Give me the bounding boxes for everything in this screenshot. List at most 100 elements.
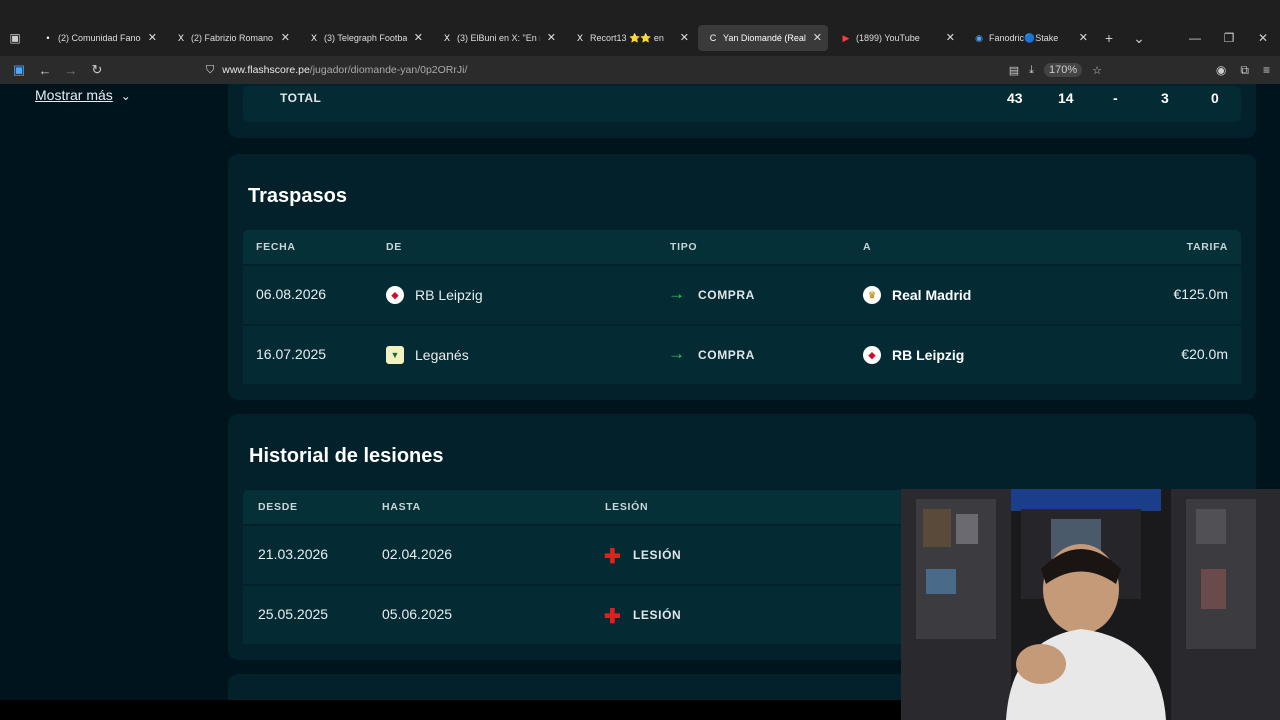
total-value: 3 (1161, 90, 1169, 106)
arrow-right-icon: → (668, 344, 685, 363)
sidebar-icon[interactable]: ▣ (6, 62, 32, 78)
url-path: /jugador/diomande-yan/0p2ORrJi/ (309, 64, 468, 76)
transfer-type: COMPRA (698, 288, 755, 302)
column-header-injury: LESIÓN (605, 501, 649, 513)
tab-title: (2) Comunidad Fanodr (58, 33, 141, 43)
close-icon[interactable]: ✕ (946, 31, 955, 44)
minimize-icon[interactable]: — (1178, 31, 1212, 45)
window-controls: — ❐ ✕ (1178, 23, 1280, 53)
to-club-name: Real Madrid (892, 287, 972, 303)
total-label: TOTAL (280, 91, 322, 105)
tab-title: Fanodric🔵Stake (989, 32, 1059, 43)
column-header-date: FECHA (256, 241, 296, 253)
arrow-right-icon: → (668, 284, 685, 303)
injury-start-date: 25.05.2025 (258, 606, 329, 622)
total-value: 0 (1211, 90, 1219, 106)
close-icon[interactable]: ✕ (547, 31, 556, 44)
browser-tab[interactable]: X Recort13 ⭐⭐ en ✕ (565, 25, 695, 51)
tab-title: Recort13 ⭐⭐ en (590, 32, 664, 43)
window-close-icon[interactable]: ✕ (1246, 31, 1280, 45)
download-icon[interactable]: ⤓ (1029, 64, 1034, 77)
transfers-title: Traspasos (248, 185, 347, 207)
chevron-down-icon[interactable]: ⌄ (1124, 30, 1154, 47)
transfer-date: 06.08.2026 (256, 286, 327, 302)
tab-list-icon[interactable]: ▣ (0, 31, 30, 45)
show-more-link[interactable]: Mostrar más ⌄ (35, 87, 131, 103)
extensions-icon[interactable]: ⧉ (1240, 63, 1249, 78)
injury-type: LESIÓN (633, 608, 682, 622)
tab-favicon-icon: X (576, 33, 583, 43)
menu-icon[interactable]: ≡ (1263, 63, 1270, 77)
tab-favicon-icon: X (443, 33, 450, 43)
column-header-type: TIPO (670, 241, 698, 253)
browser-tab[interactable]: ▶ (1899) YouTube ✕ (831, 25, 961, 51)
show-more-label: Mostrar más (35, 87, 113, 103)
browser-tab[interactable]: • (2) Comunidad Fanodr ✕ (33, 25, 163, 51)
column-header-fee: TARIFA (1186, 241, 1228, 253)
account-icon[interactable]: ◉ (1216, 63, 1226, 77)
tab-title: (2) Fabrizio Romano en (191, 33, 274, 43)
injury-end-date: 02.04.2026 (382, 546, 453, 562)
medical-cross-icon: ✚ (604, 606, 621, 628)
bookmark-star-icon[interactable]: ☆ (1092, 64, 1102, 77)
transfer-date: 16.07.2025 (256, 346, 327, 362)
browser-tab-bar: ▣ • (2) Comunidad Fanodr ✕ X (2) Fabrizio R… (0, 0, 1280, 56)
transfer-fee: €125.0m (1173, 286, 1228, 302)
browser-tab[interactable]: X (2) Fabrizio Romano en ✕ (166, 25, 296, 51)
injury-type: LESIÓN (633, 548, 682, 562)
tab-title: (3) Telegraph Football (324, 33, 407, 43)
tab-title: (1899) YouTube (856, 33, 920, 43)
close-icon[interactable]: ✕ (1079, 31, 1088, 44)
from-club[interactable]: ◆ RB Leipzig (386, 286, 483, 304)
from-club[interactable]: ▼ Leganés (386, 346, 469, 364)
screen-bottom-edge (0, 700, 901, 720)
transfers-card: Traspasos FECHA DE TIPO A TARIFA 06.08.2… (228, 154, 1256, 400)
to-club-name: RB Leipzig (892, 347, 965, 363)
injury-start-date: 21.03.2026 (258, 546, 329, 562)
close-icon[interactable]: ✕ (813, 31, 822, 44)
to-club[interactable]: ◆ RB Leipzig (863, 346, 964, 364)
total-value: - (1113, 90, 1118, 106)
address-bar-actions: ▤ ⤓ 170% ☆ (999, 59, 1102, 81)
back-arrow-icon[interactable]: ← (32, 63, 58, 78)
restore-icon[interactable]: ❐ (1212, 31, 1246, 45)
tab-favicon-icon: X (310, 33, 317, 43)
to-club[interactable]: ♛ Real Madrid (863, 286, 971, 304)
real-madrid-crest-icon: ♛ (863, 286, 881, 304)
transfers-table-header: FECHA DE TIPO A TARIFA (243, 230, 1241, 264)
zoom-level[interactable]: 170% (1043, 63, 1083, 77)
tab-favicon-icon: • (46, 33, 50, 43)
close-icon[interactable]: ✕ (281, 31, 290, 44)
table-row: 16.07.2025 ▼ Leganés → COMPRA ◆ RB Leipzig… (243, 326, 1241, 384)
tab-favicon-icon: ▶ (842, 33, 850, 43)
close-icon[interactable]: ✕ (414, 31, 423, 44)
total-value: 14 (1058, 90, 1074, 106)
from-club-name: RB Leipzig (415, 287, 483, 303)
browser-toolbar: ▣ ← → ↻ ⛉ www.flashscore.pe/jugador/diom… (0, 56, 1280, 84)
chevron-down-icon: ⌄ (120, 89, 131, 103)
browser-tab[interactable]: ◉ Fanodric🔵Stake ✕ (964, 25, 1094, 51)
browser-tab-active[interactable]: C Yan Diomandé (Real M ✕ (698, 25, 828, 51)
site-info-icon[interactable]: ⛉ (206, 64, 214, 77)
forward-arrow-icon[interactable]: → (58, 63, 84, 78)
address-bar[interactable]: ⛉ www.flashscore.pe/jugador/diomande-yan… (196, 59, 1102, 81)
tab-title: Yan Diomandé (Real M (723, 33, 806, 43)
column-header-to: A (863, 241, 872, 253)
leganes-crest-icon: ▼ (386, 346, 404, 364)
browser-tab[interactable]: X (3) Telegraph Football ✕ (299, 25, 429, 51)
close-icon[interactable]: ✕ (148, 31, 157, 44)
new-tab-button[interactable]: + (1094, 30, 1124, 46)
close-icon[interactable]: ✕ (680, 31, 689, 44)
column-header-from: DE (386, 241, 402, 253)
table-row: 06.08.2026 ◆ RB Leipzig → COMPRA ♛ Real Ma… (243, 266, 1241, 324)
browser-tab[interactable]: X (3) ElBuni en X: "En ru ✕ (432, 25, 562, 51)
reader-view-icon[interactable]: ▤ (1009, 64, 1019, 77)
reload-icon[interactable]: ↻ (84, 62, 110, 78)
tab-title: (3) ElBuni en X: "En ru (457, 33, 540, 43)
total-value: 43 (1007, 90, 1023, 106)
career-stats-card: TOTAL 43 14 - 3 0 (228, 84, 1256, 138)
tab-favicon-icon: X (177, 33, 184, 43)
tab-favicon-icon: ◉ (975, 33, 983, 43)
from-club-name: Leganés (415, 347, 469, 363)
column-header-to: HASTA (382, 501, 421, 513)
